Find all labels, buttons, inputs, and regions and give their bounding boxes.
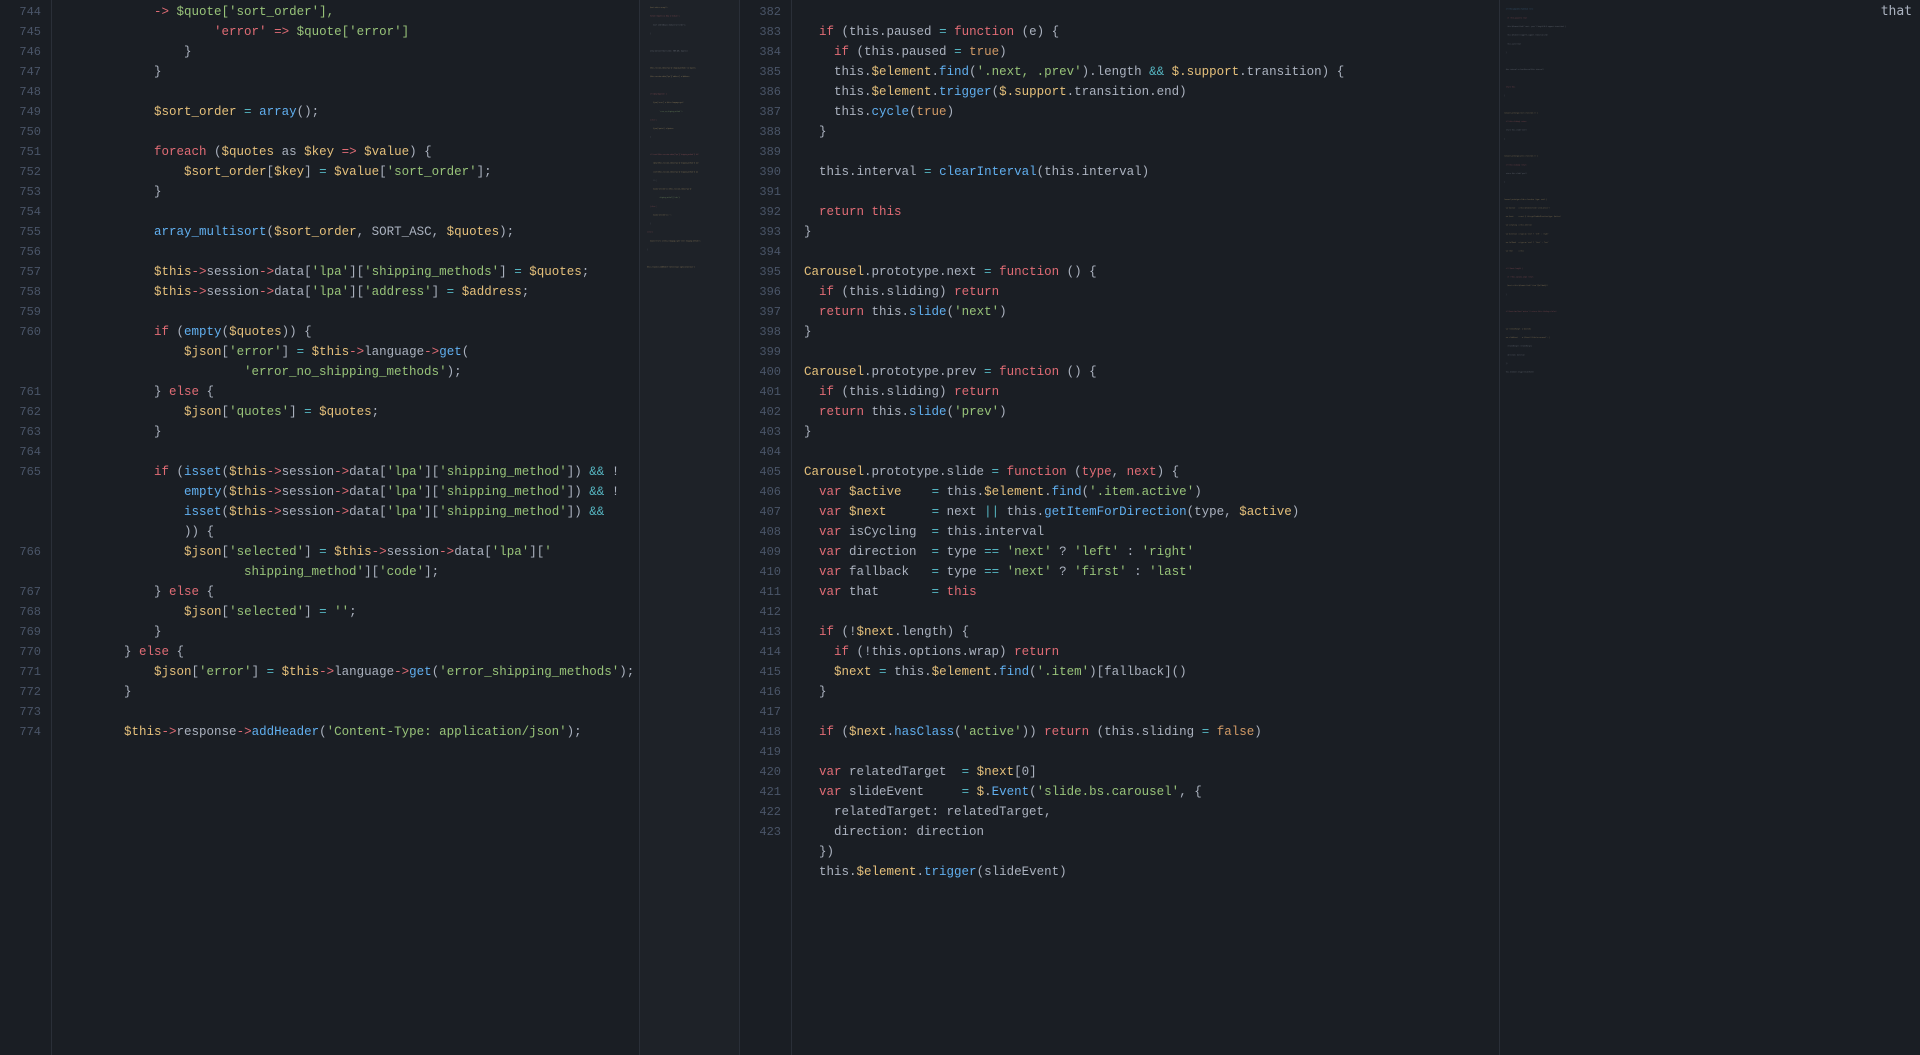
code-line (64, 302, 639, 322)
code-line: $json['selected'] = ''; (64, 602, 639, 622)
editor-container: 744 745 746 747 748 749 750 751 752 753 … (0, 0, 1920, 1055)
code-line: } (64, 622, 639, 642)
code-line: -> $quote['sort_order'], (64, 2, 639, 22)
code-line (64, 242, 639, 262)
code-line: return this.slide('prev') (804, 402, 1499, 422)
code-line: this.interval = clearInterval(this.inter… (804, 162, 1499, 182)
code-line: Carousel.prototype.next = function () { (804, 262, 1499, 282)
code-line (804, 742, 1499, 762)
code-line: foreach ($quotes as $key => $value) { (64, 142, 639, 162)
code-line: if (empty($quotes)) { (64, 322, 639, 342)
code-line (804, 342, 1499, 362)
code-line: } (804, 422, 1499, 442)
code-line: var isCycling = this.interval (804, 522, 1499, 542)
code-line: } else { (64, 642, 639, 662)
php-panel: 744 745 746 747 748 749 750 751 752 753 … (0, 0, 640, 1055)
code-line: var direction = type == 'next' ? 'left' … (804, 542, 1499, 562)
code-line: } (64, 62, 639, 82)
code-line: Carousel.prototype.prev = function () { (804, 362, 1499, 382)
code-line: )) { (64, 522, 639, 542)
code-line: this.$element.find('.next, .prev').lengt… (804, 62, 1499, 82)
code-line: } (804, 682, 1499, 702)
code-line (64, 702, 639, 722)
code-line: Carousel.prototype.slide = function (typ… (804, 462, 1499, 482)
code-line: shipping_method']['code']; (64, 562, 639, 582)
code-line: $sort_order = array(); (64, 102, 639, 122)
code-line: array_multisort($sort_order, SORT_ASC, $… (64, 222, 639, 242)
code-line: direction: direction (804, 822, 1499, 842)
code-line (804, 2, 1499, 22)
code-line (804, 242, 1499, 262)
code-line: isset($this->session->data['lpa']['shipp… (64, 502, 639, 522)
js-panel: 382 383 384 385 386 387 388 389 390 391 … (740, 0, 1500, 1055)
php-code-content: -> $quote['sort_order'], 'error' => $quo… (52, 0, 639, 1055)
top-right-text: that (1873, 0, 1920, 23)
code-line: var $active = this.$element.find('.item.… (804, 482, 1499, 502)
code-line: var relatedTarget = $next[0] (804, 762, 1499, 782)
code-line: } (64, 182, 639, 202)
code-line: } (804, 222, 1499, 242)
code-line: $sort_order[$key] = $value['sort_order']… (64, 162, 639, 182)
code-line: $next = this.$element.find('.item')[fall… (804, 662, 1499, 682)
code-line (64, 442, 639, 462)
code-line: $json['error'] = $this->language->get( (64, 342, 639, 362)
code-line: return this.slide('next') (804, 302, 1499, 322)
code-line (64, 122, 639, 142)
code-line (804, 602, 1499, 622)
code-line: if (this.sliding) return (804, 382, 1499, 402)
code-line: if (isset($this->session->data['lpa']['s… (64, 462, 639, 482)
code-line: } (804, 122, 1499, 142)
code-line: this.$element.trigger(slideEvent) (804, 862, 1499, 882)
php-line-numbers: 744 745 746 747 748 749 750 751 752 753 … (0, 0, 52, 1055)
code-line: $this->session->data['lpa']['address'] =… (64, 282, 639, 302)
code-line (804, 702, 1499, 722)
code-line: $this->response->addHeader('Content-Type… (64, 722, 639, 742)
code-line (804, 442, 1499, 462)
code-line: var $next = next || this.getItemForDirec… (804, 502, 1499, 522)
code-line: this.$element.trigger($.support.transiti… (804, 82, 1499, 102)
code-line: } else { (64, 382, 639, 402)
minimap-left: $sort_order = array(); foreach ($quotes … (640, 0, 740, 1055)
code-line: var fallback = type == 'next' ? 'first' … (804, 562, 1499, 582)
code-line: 'error_no_shipping_methods'); (64, 362, 639, 382)
code-line: if (this.paused = function (e) { (804, 22, 1499, 42)
code-line: $json['error'] = $this->language->get('e… (64, 662, 639, 682)
js-code-content: if (this.paused = function (e) { if (thi… (792, 0, 1499, 1055)
code-line: this.cycle(true) (804, 102, 1499, 122)
code-line: return this (804, 202, 1499, 222)
code-line: } (804, 322, 1499, 342)
code-line: if ($next.hasClass('active')) return (th… (804, 722, 1499, 742)
code-line: } (64, 42, 639, 62)
code-line: var that = this (804, 582, 1499, 602)
code-line: if (!$next.length) { (804, 622, 1499, 642)
code-line: } else { (64, 582, 639, 602)
code-line: }) (804, 842, 1499, 862)
code-line: empty($this->session->data['lpa']['shipp… (64, 482, 639, 502)
code-line (64, 202, 639, 222)
code-line (804, 182, 1499, 202)
code-line: var slideEvent = $.Event('slide.bs.carou… (804, 782, 1499, 802)
code-line: $json['quotes'] = $quotes; (64, 402, 639, 422)
code-line: $json['selected'] = $this->session->data… (64, 542, 639, 562)
code-line: if (this.paused = true) (804, 42, 1499, 62)
code-line: } (64, 682, 639, 702)
code-line: if (this.sliding) return (804, 282, 1499, 302)
code-line: } (64, 422, 639, 442)
far-right-panel: if (this.paused = function (e) { if (thi… (1500, 0, 1920, 1055)
code-line: if (!this.options.wrap) return (804, 642, 1499, 662)
code-line (64, 82, 639, 102)
code-line: 'error' => $quote['error'] (64, 22, 639, 42)
code-line: $this->session->data['lpa']['shipping_me… (64, 262, 639, 282)
code-line: relatedTarget: relatedTarget, (804, 802, 1499, 822)
code-line (804, 142, 1499, 162)
js-line-numbers: 382 383 384 385 386 387 388 389 390 391 … (740, 0, 792, 1055)
